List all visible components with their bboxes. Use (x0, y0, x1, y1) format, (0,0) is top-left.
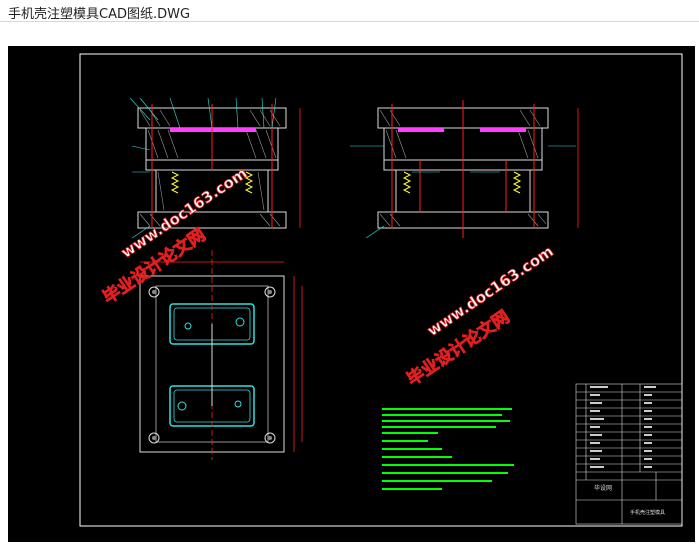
cavity-part-side-right (480, 128, 526, 132)
window-title-bar: 手机壳注塑模具CAD图纸.DWG (0, 0, 699, 22)
title-block-drawing-name: 手机壳注塑模具 (630, 509, 665, 516)
window-title: 手机壳注塑模具CAD图纸.DWG (8, 7, 191, 22)
cavity-part-front (170, 128, 256, 132)
cad-viewport[interactable]: 毕设网 手机壳注塑模具 毕业设计论文网 www.doc163.com 毕业设计论… (0, 22, 699, 546)
title-block-company: 毕设网 (594, 484, 612, 492)
cad-drawing: 毕设网 手机壳注塑模具 毕业设计论文网 www.doc163.com 毕业设计论… (8, 46, 695, 542)
cavity-part-side-left (398, 128, 444, 132)
